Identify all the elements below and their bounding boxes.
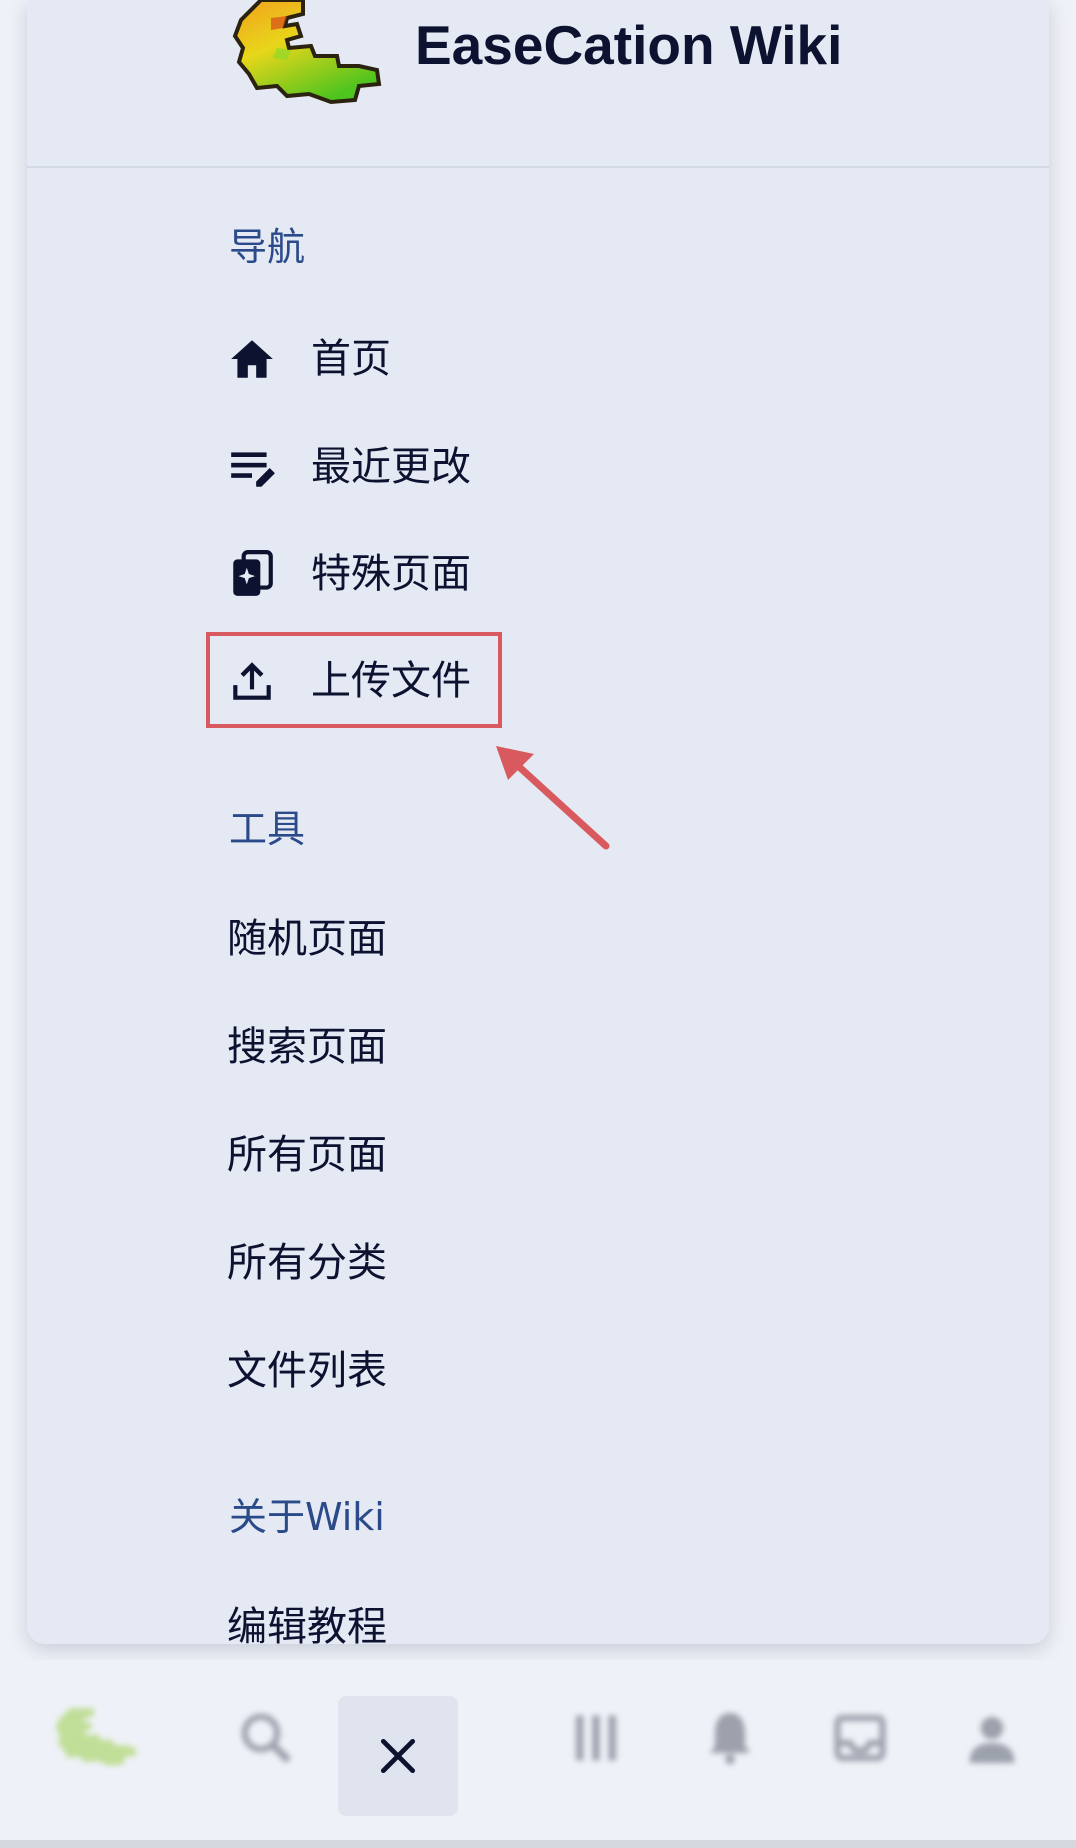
site-logo[interactable] — [227, 0, 387, 106]
nav-item-label: 最近更改 — [311, 444, 471, 490]
tools-item-label: 所有页面 — [227, 1132, 387, 1178]
nav-item-recent-changes[interactable]: 最近更改 — [227, 432, 471, 502]
home-icon — [227, 334, 277, 384]
about-item-label: 编辑教程 — [227, 1604, 387, 1644]
bottom-toolbar — [0, 1660, 1076, 1840]
user-icon[interactable] — [942, 1688, 1042, 1788]
section-heading-navigation: 导航 — [229, 225, 306, 269]
annotation-arrow — [496, 746, 610, 850]
tools-item-file-list[interactable]: 文件列表 — [227, 1336, 387, 1406]
tools-item-label: 所有分类 — [227, 1240, 387, 1286]
drawer-header: EaseCation Wiki — [27, 0, 1049, 168]
tools-item-random-page[interactable]: 随机页面 — [227, 904, 387, 974]
close-icon — [380, 1738, 416, 1774]
tools-item-all-pages[interactable]: 所有页面 — [227, 1120, 387, 1190]
nav-item-special-pages[interactable]: 特殊页面 — [227, 539, 471, 609]
tools-item-search-page[interactable]: 搜索页面 — [227, 1012, 387, 1082]
section-heading-about-wiki: 关于Wiki — [229, 1495, 385, 1539]
bell-icon[interactable] — [680, 1688, 780, 1788]
search-icon[interactable] — [216, 1688, 316, 1788]
inbox-icon[interactable] — [810, 1688, 910, 1788]
tools-icon[interactable] — [546, 1688, 646, 1788]
about-item-editing-tutorial[interactable]: 编辑教程 — [227, 1592, 387, 1644]
annotation-highlight-box — [206, 632, 502, 728]
recent-changes-icon — [227, 442, 277, 492]
tools-item-label: 文件列表 — [227, 1348, 387, 1394]
tools-item-label: 随机页面 — [227, 916, 387, 962]
nav-item-label: 首页 — [311, 336, 391, 382]
nav-item-home[interactable]: 首页 — [227, 324, 391, 394]
section-heading-tools: 工具 — [229, 807, 306, 851]
bottom-logo[interactable] — [46, 1688, 146, 1788]
tools-item-all-categories[interactable]: 所有分类 — [227, 1228, 387, 1298]
close-drawer-button[interactable] — [338, 1696, 458, 1816]
tools-item-label: 搜索页面 — [227, 1024, 387, 1070]
screen-bottom-edge — [0, 1840, 1076, 1848]
nav-item-label: 特殊页面 — [311, 551, 471, 597]
special-pages-icon — [227, 549, 277, 599]
site-title[interactable]: EaseCation Wiki — [415, 12, 842, 78]
